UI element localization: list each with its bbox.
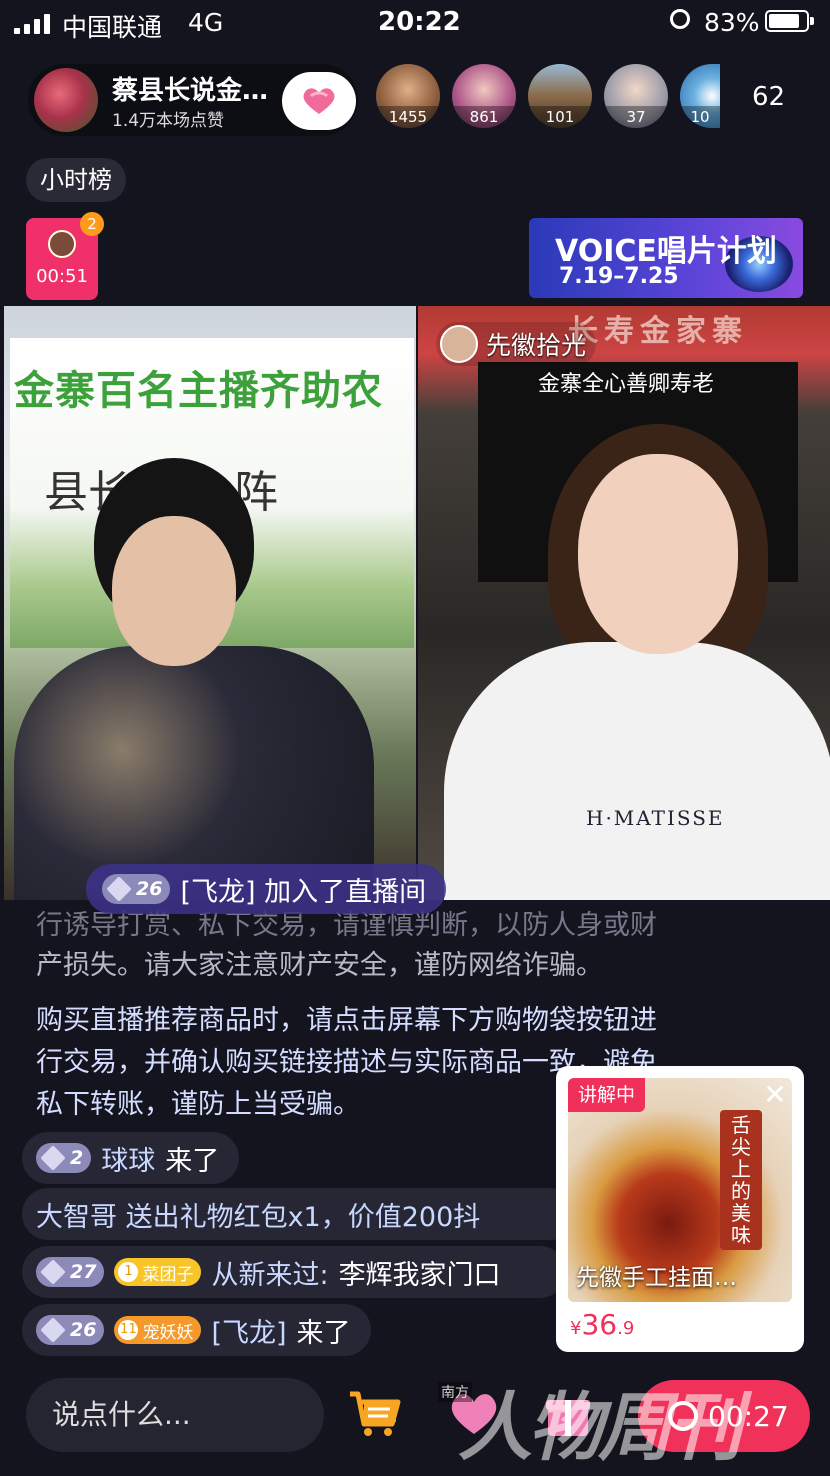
user-level-badge: 2 — [36, 1143, 92, 1173]
price-decimal: .9 — [617, 1318, 635, 1339]
comment-input[interactable]: 说点什么... — [26, 1378, 324, 1452]
viewer-score: 37 — [604, 106, 668, 128]
viewer-avatar-1[interactable]: 1455 — [376, 64, 440, 128]
user-level-badge: 27 — [36, 1257, 105, 1287]
viewer-avatar-5[interactable]: 10 — [680, 64, 720, 128]
status-time: 20:22 — [378, 7, 461, 37]
chat-message[interactable]: 大智哥 送出礼物红包x1，价值200抖 — [22, 1188, 576, 1240]
safety-notice: 行诱导打赏、私下交易，请谨慎判断，以防人身或财 产损失。请大家注意财产安全，谨防… — [36, 906, 776, 986]
level-cube-icon — [40, 1259, 66, 1285]
alarm-icon — [670, 9, 690, 29]
fan-club-name: 宠妖妖 — [142, 1322, 194, 1343]
heart-icon — [303, 88, 335, 114]
banner-dates: 7.19–7.25 — [559, 264, 679, 289]
shelf-banner-text: 金寨全心善卿寿老 — [538, 372, 715, 397]
fan-club-badge: 1 菜团子 — [114, 1258, 202, 1286]
chat-text: 李辉我家门口 — [338, 1259, 501, 1291]
level-number: 26 — [70, 1319, 97, 1341]
shopping-cart-icon[interactable] — [344, 1384, 404, 1444]
host-likes: 1.4万本场点赞 — [112, 111, 225, 131]
chat-username[interactable]: 从新来过: — [211, 1253, 328, 1292]
close-icon[interactable]: ✕ — [760, 1080, 790, 1110]
network-type: 4G — [188, 8, 224, 37]
red-packet-avatar — [48, 230, 76, 258]
explaining-tag: 讲解中 — [568, 1078, 646, 1112]
fan-club-name: 菜团子 — [142, 1264, 194, 1285]
red-packet-timer: 00:51 — [36, 266, 88, 287]
fan-level: 11 — [118, 1320, 139, 1340]
chat-message[interactable]: 26 11 宠妖妖 [飞龙] 来了 — [22, 1304, 371, 1356]
guest-video-panel[interactable]: 长寿金家寨 金寨全心善卿寿老 H·MATISSE — [418, 306, 830, 900]
red-packet[interactable]: 2 00:51 — [26, 212, 104, 300]
status-bar: 中国联通 4G 20:22 83% — [0, 0, 830, 48]
viewer-score: 101 — [528, 106, 592, 128]
chat-username[interactable]: 球球 — [101, 1139, 155, 1178]
chat-username[interactable]: [飞龙] — [211, 1311, 286, 1350]
level-number: 26 — [136, 878, 163, 900]
viewer-avatar-3[interactable]: 101 — [528, 64, 592, 128]
fan-club-badge: 11 宠妖妖 — [114, 1316, 202, 1344]
guest-person-body — [444, 642, 830, 900]
watermark-logo: 人物周刊 — [458, 1385, 742, 1471]
viewer-avatar-2[interactable]: 861 — [452, 64, 516, 128]
guest-name: 先徽拾光 — [486, 331, 587, 360]
product-name: 先徽手工挂面… — [576, 1265, 737, 1291]
guest-label[interactable]: 先徽拾光 — [436, 322, 597, 366]
chat-text: 来了 — [296, 1317, 351, 1349]
level-number: 2 — [70, 1147, 84, 1169]
chat-text: 大智哥 送出礼物红包x1，价值200抖 — [36, 1201, 481, 1233]
fan-level: 1 — [118, 1262, 139, 1282]
product-price: ¥36.9 — [570, 1308, 634, 1341]
battery-cap — [810, 17, 814, 25]
join-text: [飞龙] 加入了直播间 — [180, 876, 427, 908]
user-level-badge: 26 — [102, 874, 171, 904]
host-video-panel[interactable]: 金寨百名主播齐助农 县长 齐上阵 — [4, 306, 416, 900]
product-slogan: 舌尖上的美味 — [720, 1110, 762, 1250]
viewer-score: 10 — [680, 106, 720, 128]
chat-message[interactable]: 2 球球 来了 — [22, 1132, 240, 1184]
level-cube-icon — [40, 1145, 66, 1171]
voice-campaign-banner[interactable]: VOICE唱片计划 7.19–7.25 — [529, 218, 803, 298]
system-line: 购买直播推荐商品时，请点击屏幕下方购物袋按钮进 — [36, 1005, 657, 1036]
hourly-rank-button[interactable]: 小时榜 — [26, 158, 126, 202]
notice-line: 产损失。请大家注意财产安全，谨防网络诈骗。 — [36, 950, 603, 981]
user-level-badge: 26 — [36, 1315, 105, 1345]
host-person-body — [14, 646, 374, 900]
price-integer: 36 — [581, 1308, 618, 1341]
host-person-face — [112, 516, 236, 666]
price-currency: ¥ — [570, 1318, 582, 1339]
viewer-score: 1455 — [376, 106, 440, 128]
host-card[interactable]: 蔡县长说金… 1.4万本场点赞 — [28, 64, 358, 136]
level-cube-icon — [40, 1317, 66, 1343]
host-avatar[interactable] — [34, 68, 98, 132]
level-number: 27 — [70, 1261, 97, 1283]
chat-text: 来了 — [165, 1145, 220, 1177]
chat-message[interactable]: 27 1 菜团子 从新来过: 李辉我家门口 — [22, 1246, 566, 1298]
join-notification: 26 [飞龙] 加入了直播间 — [86, 864, 447, 914]
follow-button[interactable] — [282, 72, 356, 130]
viewer-avatar-4[interactable]: 37 — [604, 64, 668, 128]
level-cube-icon — [106, 876, 132, 902]
battery-percent: 83% — [704, 8, 760, 37]
red-packet-count: 2 — [80, 212, 104, 236]
guest-person-face — [578, 454, 738, 654]
signal-icon — [14, 12, 50, 34]
viewer-count[interactable]: 62 — [752, 82, 785, 112]
viewer-score: 861 — [452, 106, 516, 128]
shirt-print-text: H·MATISSE — [586, 806, 725, 830]
guest-avatar — [440, 325, 478, 363]
watermark-small-label: 南方 — [438, 1382, 472, 1402]
battery-icon — [765, 10, 809, 32]
board-title: 金寨百名主播齐助农 — [14, 368, 383, 414]
product-card[interactable]: 舌尖上的美味 讲解中 ✕ 先徽手工挂面… ¥36.9 — [556, 1066, 804, 1352]
carrier-name: 中国联通 — [62, 13, 163, 42]
host-name: 蔡县长说金… — [112, 76, 269, 106]
